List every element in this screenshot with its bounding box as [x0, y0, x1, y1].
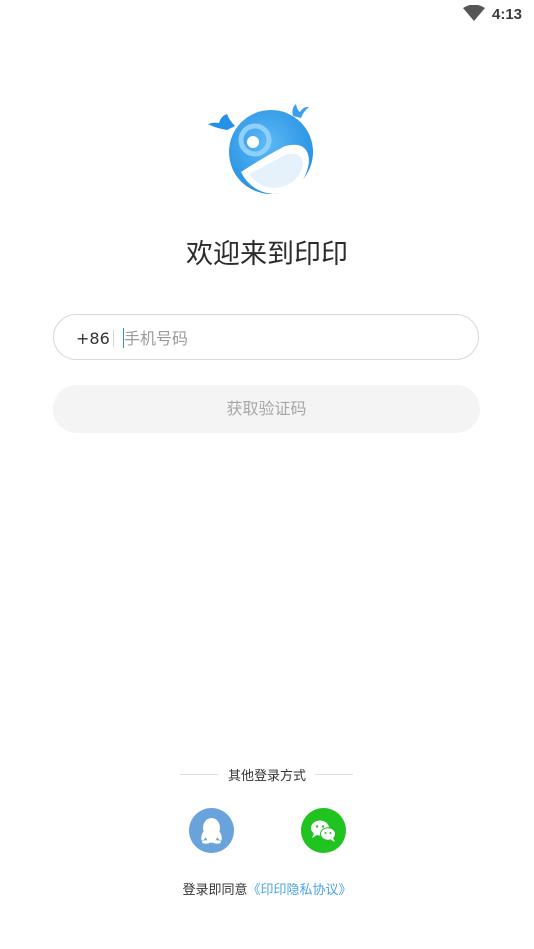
qq-icon: [201, 818, 222, 844]
status-bar: 4:13: [0, 0, 534, 28]
phone-number-input[interactable]: [124, 323, 454, 353]
other-login-section: 其他登录方式: [0, 765, 534, 784]
agreement-prefix: 登录即同意: [182, 883, 248, 898]
wechat-icon: [311, 820, 336, 842]
phone-field[interactable]: +86: [53, 314, 479, 360]
welcome-title: 欢迎来到印印: [186, 239, 348, 270]
wifi-icon: [463, 5, 485, 21]
country-code-selector[interactable]: +86: [76, 329, 110, 348]
whale-logo-icon: [208, 104, 313, 194]
login-screen: 4:13 欢迎来到印印 +86 获取验证码 其他登录方式: [0, 0, 534, 949]
qq-login-button[interactable]: [189, 808, 234, 853]
other-login-label: 其他登录方式: [227, 769, 306, 784]
agreement-text: 登录即同意《印印隐私协议》: [0, 879, 534, 898]
field-divider: [113, 330, 114, 346]
wechat-login-button[interactable]: [301, 808, 346, 853]
get-verification-code-button[interactable]: 获取验证码: [53, 385, 480, 433]
divider-line-right: [315, 774, 353, 775]
status-time: 4:13: [492, 6, 523, 23]
privacy-policy-link[interactable]: 《印印隐私协议》: [248, 883, 352, 898]
